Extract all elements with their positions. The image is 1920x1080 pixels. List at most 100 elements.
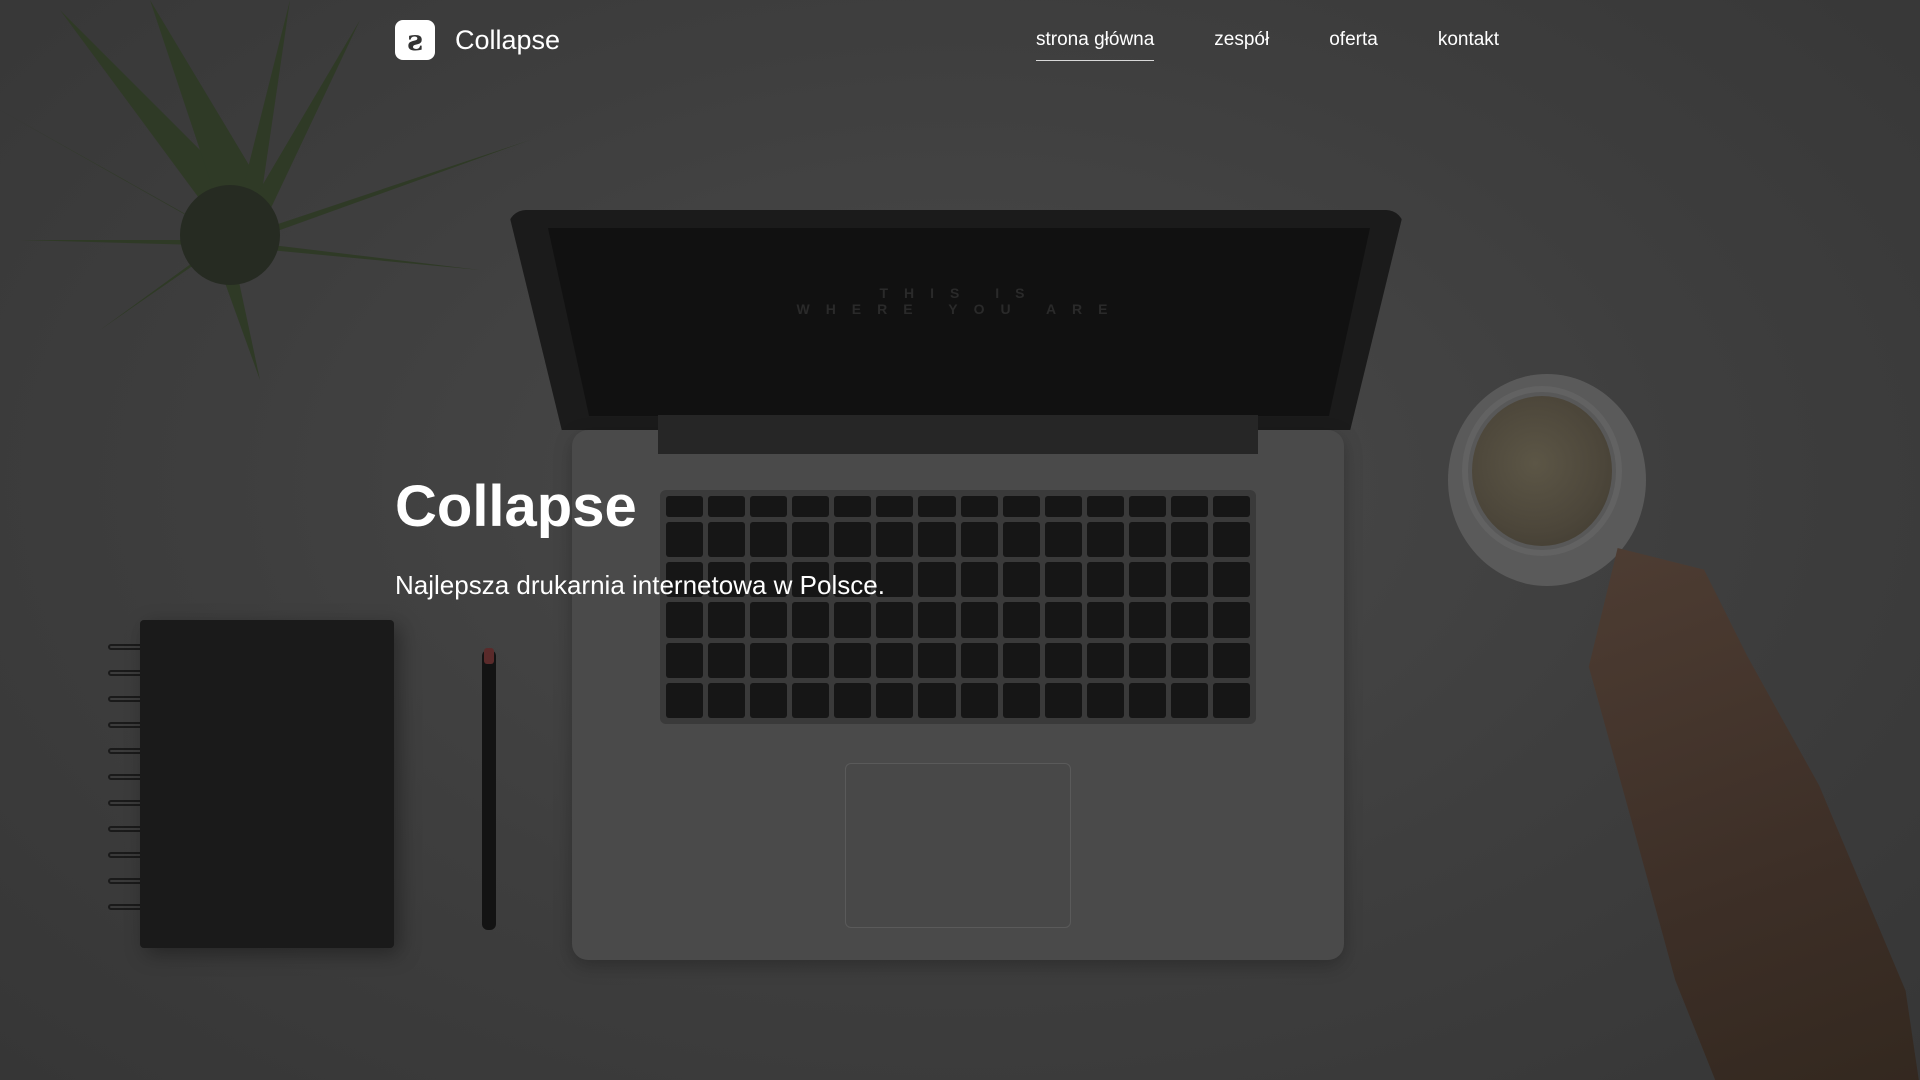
keyboard-key bbox=[666, 682, 704, 718]
keyboard-key bbox=[1044, 522, 1082, 558]
brand-name[interactable]: Collapse bbox=[455, 22, 560, 58]
keyboard-key bbox=[834, 682, 872, 718]
keyboard-key bbox=[750, 602, 788, 638]
keyboard-key bbox=[960, 522, 998, 558]
keyboard-key bbox=[1170, 682, 1208, 718]
nav-item-zespol[interactable]: zespół bbox=[1214, 26, 1269, 61]
coffee-image bbox=[1472, 396, 1612, 546]
laptop-hinge bbox=[658, 415, 1258, 457]
keyboard-key bbox=[918, 496, 956, 518]
laptop-screen bbox=[548, 228, 1370, 416]
hero-background: THIS IS WHERE YOU ARE bbox=[0, 0, 1920, 1080]
pencil-tip bbox=[484, 648, 494, 664]
nav-item-kontakt[interactable]: kontakt bbox=[1438, 26, 1499, 61]
keyboard-key bbox=[960, 682, 998, 718]
keyboard-key bbox=[876, 496, 914, 518]
keyboard-key bbox=[1170, 562, 1208, 598]
keyboard-key bbox=[834, 642, 872, 678]
keyboard-key bbox=[666, 642, 704, 678]
keyboard-key bbox=[750, 682, 788, 718]
keyboard-key bbox=[1086, 602, 1124, 638]
keyboard-key bbox=[750, 642, 788, 678]
keyboard-key bbox=[1044, 602, 1082, 638]
keyboard-key bbox=[960, 496, 998, 518]
hero-title: Collapse bbox=[395, 474, 637, 539]
nav-item-oferta[interactable]: oferta bbox=[1329, 26, 1378, 61]
laptop-keyboard bbox=[660, 490, 1256, 724]
keyboard-key bbox=[1044, 682, 1082, 718]
keyboard-key bbox=[1086, 682, 1124, 718]
keyboard-key bbox=[1128, 602, 1166, 638]
keyboard-key bbox=[1044, 562, 1082, 598]
keyboard-key bbox=[876, 522, 914, 558]
keyboard-key bbox=[1212, 602, 1250, 638]
keyboard-key bbox=[1002, 562, 1040, 598]
keyboard-key bbox=[1170, 496, 1208, 518]
keyboard-key bbox=[708, 642, 746, 678]
keyboard-key bbox=[1002, 522, 1040, 558]
keyboard-key bbox=[750, 496, 788, 518]
keyboard-key bbox=[666, 522, 704, 558]
keyboard-key bbox=[876, 682, 914, 718]
keyboard-key bbox=[960, 642, 998, 678]
hand-image bbox=[1588, 548, 1920, 1080]
main-nav: strona główna zespół oferta kontakt bbox=[1036, 26, 1499, 61]
keyboard-key bbox=[918, 522, 956, 558]
keyboard-key bbox=[792, 496, 830, 518]
keyboard-key bbox=[1170, 642, 1208, 678]
keyboard-key bbox=[1002, 682, 1040, 718]
keyboard-key bbox=[1212, 682, 1250, 718]
keyboard-key bbox=[1002, 496, 1040, 518]
keyboard-key bbox=[1128, 562, 1166, 598]
keyboard-key bbox=[834, 522, 872, 558]
keyboard-key bbox=[1170, 602, 1208, 638]
keyboard-key bbox=[1212, 642, 1250, 678]
keyboard-key bbox=[792, 682, 830, 718]
keyboard-key bbox=[918, 562, 956, 598]
keyboard-key bbox=[708, 522, 746, 558]
keyboard-key bbox=[1212, 522, 1250, 558]
keyboard-key bbox=[792, 642, 830, 678]
keyboard-key bbox=[1086, 496, 1124, 518]
keyboard-key bbox=[792, 602, 830, 638]
keyboard-key bbox=[1128, 522, 1166, 558]
keyboard-key bbox=[1086, 522, 1124, 558]
keyboard-key bbox=[1128, 682, 1166, 718]
keyboard-key bbox=[1212, 496, 1250, 518]
screen-line-1: THIS IS bbox=[879, 285, 1041, 301]
keyboard-key bbox=[876, 602, 914, 638]
keyboard-key bbox=[708, 496, 746, 518]
keyboard-key bbox=[918, 602, 956, 638]
keyboard-key bbox=[792, 522, 830, 558]
keyboard-key bbox=[834, 496, 872, 518]
laptop-screen-text: THIS IS WHERE YOU ARE bbox=[760, 285, 1160, 317]
screen-line-2: WHERE YOU ARE bbox=[796, 301, 1124, 317]
keyboard-key bbox=[666, 496, 704, 518]
keyboard-key bbox=[1128, 496, 1166, 518]
keyboard-key bbox=[834, 602, 872, 638]
keyboard-key bbox=[1212, 562, 1250, 598]
collapse-logo-icon[interactable]: ƨ bbox=[395, 20, 435, 60]
nav-item-strona-glowna[interactable]: strona główna bbox=[1036, 26, 1155, 61]
keyboard-key bbox=[1044, 642, 1082, 678]
keyboard-key bbox=[1002, 642, 1040, 678]
keyboard-key bbox=[1086, 562, 1124, 598]
keyboard-key bbox=[918, 642, 956, 678]
keyboard-key bbox=[1128, 642, 1166, 678]
keyboard-key bbox=[876, 642, 914, 678]
keyboard-key bbox=[666, 602, 704, 638]
keyboard-key bbox=[960, 602, 998, 638]
keyboard-key bbox=[708, 602, 746, 638]
keyboard-key bbox=[960, 562, 998, 598]
keyboard-key bbox=[1170, 522, 1208, 558]
laptop-trackpad bbox=[845, 763, 1071, 928]
site-header: ƨ Collapse strona główna zespół oferta k… bbox=[0, 0, 1920, 80]
keyboard-key bbox=[918, 682, 956, 718]
keyboard-key bbox=[1086, 642, 1124, 678]
notebook-image bbox=[140, 620, 394, 948]
keyboard-key bbox=[1002, 602, 1040, 638]
hero-subtitle: Najlepsza drukarnia internetowa w Polsce… bbox=[395, 570, 885, 600]
keyboard-key bbox=[1044, 496, 1082, 518]
keyboard-key bbox=[708, 682, 746, 718]
keyboard-key bbox=[750, 522, 788, 558]
